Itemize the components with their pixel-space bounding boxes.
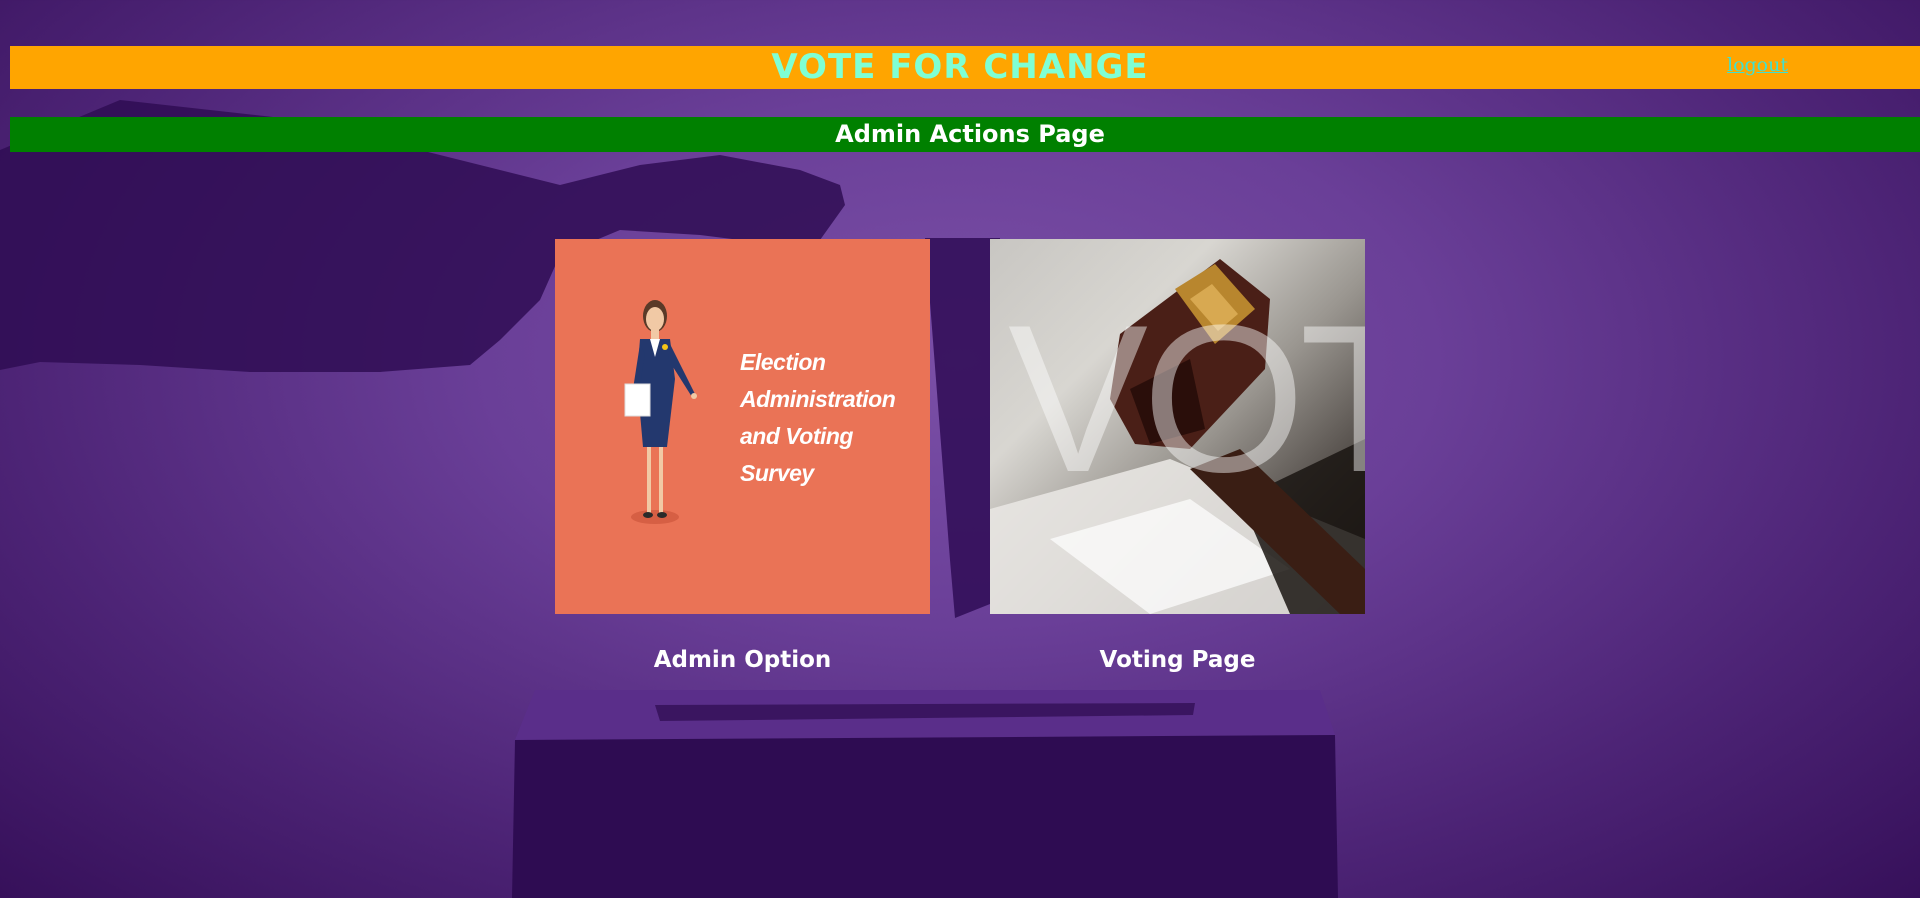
voting-page-label[interactable]: Voting Page: [990, 647, 1365, 673]
admin-option-label[interactable]: Admin Option: [555, 647, 930, 673]
page-title: Admin Actions Page: [835, 120, 1105, 148]
admin-image-text-line-3: and Voting Survey: [740, 423, 853, 486]
voting-page-card[interactable]: VOTE Voting Page: [990, 239, 1365, 673]
admin-option-image[interactable]: Election Administration and Voting Surve…: [555, 239, 930, 614]
logout-link[interactable]: logout: [1727, 54, 1788, 76]
admin-image-text-line-1: Election: [740, 349, 826, 375]
admin-image-text-line-2: Administration: [740, 386, 896, 412]
admin-option-card[interactable]: Election Administration and Voting Surve…: [555, 239, 930, 673]
site-title: VOTE FOR CHANGE: [771, 47, 1149, 87]
vote-image-text: VOTE: [1008, 281, 1365, 516]
voting-page-image[interactable]: VOTE: [990, 239, 1365, 614]
admin-image-text: Election Administration and Voting Surve…: [740, 344, 925, 492]
